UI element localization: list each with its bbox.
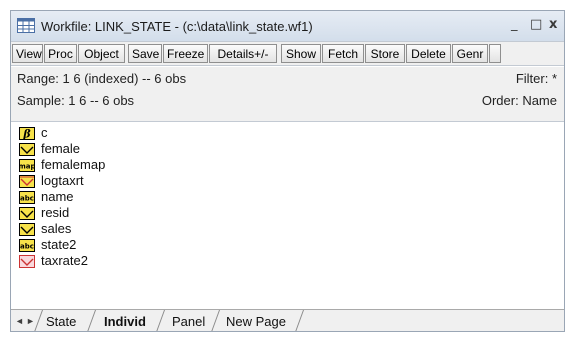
tab-new-page[interactable]: New Page: [226, 314, 286, 329]
link-series-icon: [19, 175, 35, 188]
page-tabs: ◄ ► State Individ Panel New Page: [11, 309, 564, 331]
range-text[interactable]: Range: 1 6 (indexed) -- 6 obs: [17, 71, 186, 86]
store-button[interactable]: Store: [365, 44, 405, 63]
maximize-button[interactable]: □: [530, 17, 542, 32]
workfile-info-panel: Range: 1 6 (indexed) -- 6 obs Sample: 1 …: [11, 67, 564, 122]
workfile-icon: [17, 18, 35, 33]
save-button[interactable]: Save: [128, 44, 162, 63]
tab-scroll-left-icon[interactable]: ◄: [15, 316, 24, 326]
object-name: female: [41, 141, 81, 156]
genr-button[interactable]: Genr: [452, 44, 488, 63]
tab-divider: [210, 310, 221, 331]
tab-divider: [33, 310, 44, 331]
object-name: state2: [41, 237, 77, 252]
object-name: femalemap: [41, 157, 106, 172]
minimize-button[interactable]: _: [511, 17, 518, 32]
title-bar[interactable]: Workfile: LINK_STATE - (c:\data\link_sta…: [11, 11, 564, 41]
fetch-button[interactable]: Fetch: [322, 44, 364, 63]
proc-button[interactable]: Proc: [44, 44, 77, 63]
sample-text[interactable]: Sample: 1 6 -- 6 obs: [17, 93, 134, 108]
link-series-red-icon: [19, 255, 35, 268]
window-title: Workfile: LINK_STATE - (c:\data\link_sta…: [41, 19, 313, 34]
show-button[interactable]: Show: [281, 44, 321, 63]
object-list: β c female map femalemap logtaxrt abc na…: [11, 122, 564, 308]
series-icon: [19, 143, 35, 156]
coef-icon: β: [19, 127, 35, 140]
object-name: resid: [41, 205, 70, 220]
svg-text:abc: abc: [20, 195, 34, 203]
object-name: logtaxrt: [41, 173, 84, 188]
order-text[interactable]: Order: Name: [482, 93, 557, 108]
object-name: taxrate2: [41, 253, 88, 268]
object-name: c: [41, 125, 48, 140]
map-icon: map: [19, 159, 35, 172]
view-button[interactable]: View: [12, 44, 43, 63]
workfile-toolbar: View Proc Object Save Freeze Details+/- …: [11, 41, 564, 66]
svg-text:β: β: [22, 128, 31, 141]
tab-state[interactable]: State: [46, 314, 76, 329]
delete-button[interactable]: Delete: [406, 44, 451, 63]
details-button[interactable]: Details+/-: [209, 44, 277, 63]
object-name: name: [41, 189, 74, 204]
svg-text:map: map: [19, 163, 35, 171]
series-icon: [19, 223, 35, 236]
tab-divider: [86, 310, 97, 331]
workfile-window: Workfile: LINK_STATE - (c:\data\link_sta…: [10, 10, 565, 332]
close-button[interactable]: x: [549, 17, 557, 32]
tab-scroll-right-icon[interactable]: ►: [26, 316, 35, 326]
more-toolbar-button[interactable]: [489, 44, 501, 63]
tab-panel[interactable]: Panel: [172, 314, 205, 329]
object-button[interactable]: Object: [78, 44, 125, 63]
freeze-button[interactable]: Freeze: [163, 44, 208, 63]
svg-text:abc: abc: [20, 243, 34, 251]
object-name: sales: [41, 221, 72, 236]
filter-text[interactable]: Filter: *: [516, 71, 557, 86]
tab-divider: [155, 310, 166, 331]
tab-individ[interactable]: Individ: [104, 314, 146, 329]
alpha-icon: abc: [19, 191, 35, 204]
tab-divider: [294, 310, 305, 331]
series-icon: [19, 207, 35, 220]
alpha-icon: abc: [19, 239, 35, 252]
